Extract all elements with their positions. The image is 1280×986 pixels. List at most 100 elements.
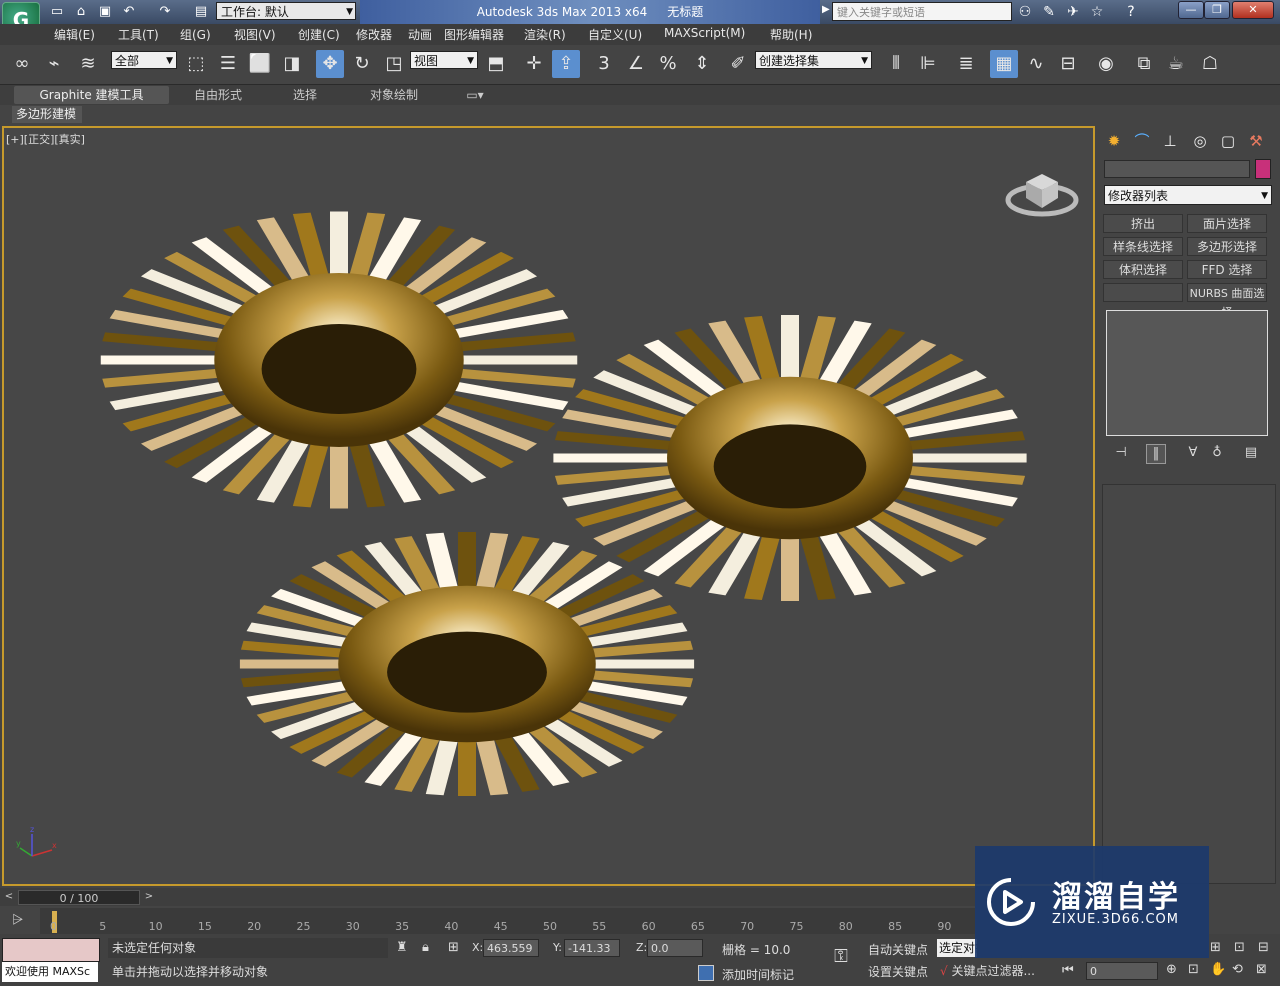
undo-icon[interactable]: ↶ xyxy=(120,3,138,20)
configure-modifier-sets-icon[interactable]: ▤ xyxy=(1242,444,1260,462)
search-expand-icon[interactable]: ▶ xyxy=(822,4,830,15)
align-icon[interactable]: ⊫ xyxy=(914,50,942,78)
pin-stack-icon[interactable]: ⊣ xyxy=(1112,444,1130,462)
poly-select-button[interactable]: 多边形选择 xyxy=(1187,237,1267,256)
modifier-stack[interactable] xyxy=(1106,310,1268,436)
render-setup-icon[interactable]: ⧉ xyxy=(1130,50,1158,78)
time-tag-icon[interactable] xyxy=(698,965,714,981)
perspective-viewport[interactable]: x y z xyxy=(2,126,1095,886)
zoom-all-icon[interactable]: ⊞ xyxy=(1210,940,1221,955)
key-filters-button[interactable]: √ 关键点过滤器... xyxy=(940,962,1035,979)
utilities-tab-icon[interactable]: ⚒ xyxy=(1244,130,1268,152)
ribbon-options-icon[interactable]: ▭▾ xyxy=(464,86,486,104)
ffd-select-button[interactable]: FFD 选择 xyxy=(1187,260,1267,279)
open-icon[interactable]: ⌂ xyxy=(72,3,90,20)
add-time-tag-button[interactable]: 添加时间标记 xyxy=(722,966,794,983)
modifier-list-dropdown[interactable]: 修改器列表 ▼ xyxy=(1104,185,1272,205)
empty-modifier-button[interactable] xyxy=(1103,283,1183,302)
patch-select-button[interactable]: 面片选择 xyxy=(1187,214,1267,233)
modify-tab-icon[interactable]: ⌒ xyxy=(1130,130,1154,152)
tab-object-paint[interactable]: 对象绘制 xyxy=(366,86,422,104)
menu-modifiers[interactable]: 修改器 xyxy=(356,26,392,43)
mirror-icon[interactable]: ⫴ xyxy=(882,50,910,78)
y-coordinate-field[interactable]: -141.33 xyxy=(564,939,620,957)
isolate-selection-icon[interactable]: ♜ xyxy=(396,940,408,955)
star-icon[interactable]: ☆ xyxy=(1088,3,1106,21)
window-crossing-icon[interactable]: ◨ xyxy=(278,50,306,78)
field-of-view-icon[interactable]: ⊡ xyxy=(1188,962,1199,977)
pan-view-icon[interactable]: ✋ xyxy=(1210,962,1226,977)
select-and-move-icon[interactable]: ✥ xyxy=(316,50,344,78)
select-and-rotate-icon[interactable]: ↻ xyxy=(348,50,376,78)
select-by-name-icon[interactable]: ☰ xyxy=(214,50,242,78)
tools-icon[interactable]: ✎ xyxy=(1040,3,1058,21)
object-name-field[interactable] xyxy=(1104,160,1250,178)
z-coordinate-field[interactable]: 0.0 xyxy=(647,939,703,957)
hierarchy-tab-icon[interactable]: ⊥ xyxy=(1158,130,1182,152)
rectangular-selection-icon[interactable]: ⬜ xyxy=(246,50,274,78)
key-selection-dropdown[interactable]: 选定对象 xyxy=(937,939,977,957)
maximize-button[interactable]: ❐ xyxy=(1204,1,1230,19)
snaps-toggle-icon[interactable]: 3 xyxy=(590,50,618,78)
set-key-icon[interactable]: ⚿ xyxy=(826,946,856,972)
extrude-button[interactable]: 挤出 xyxy=(1103,214,1183,233)
binoculars-icon[interactable]: ⚇ xyxy=(1016,3,1034,21)
render-production-icon[interactable]: ☖ xyxy=(1196,50,1224,78)
menu-views[interactable]: 视图(V) xyxy=(234,26,276,43)
unlink-icon[interactable]: ⌁ xyxy=(40,50,68,78)
graphite-toggle-icon[interactable]: ▦ xyxy=(990,50,1018,78)
vol-select-button[interactable]: 体积选择 xyxy=(1103,260,1183,279)
help-icon[interactable]: ? xyxy=(1122,3,1140,21)
menu-graph-editors[interactable]: 图形编辑器 xyxy=(444,26,504,43)
current-frame-field[interactable]: 0 xyxy=(1086,962,1158,980)
select-and-manipulate-icon[interactable]: ✛ xyxy=(520,50,548,78)
object-color-swatch[interactable] xyxy=(1255,159,1271,179)
zoom-extents-icon[interactable]: ⊕ xyxy=(1166,962,1177,977)
keyboard-shortcut-override-icon[interactable]: ⇪ xyxy=(552,50,580,78)
redo-icon[interactable]: ↷ xyxy=(156,3,174,20)
maximize-viewport-icon[interactable]: ⊠ xyxy=(1256,962,1267,977)
zoom-extents-all-icon[interactable]: ⊡ xyxy=(1234,940,1245,955)
layer-manager-icon[interactable]: ≣ xyxy=(952,50,980,78)
search-input[interactable]: 键入关键字或短语 xyxy=(832,2,1012,21)
tab-graphite-modeling[interactable]: Graphite 建模工具 xyxy=(14,86,169,104)
set-key-button[interactable]: 设置关键点 xyxy=(868,963,928,980)
go-to-start-icon[interactable]: ⏮ xyxy=(1062,963,1074,978)
selection-lock-icon[interactable]: 🔒︎ xyxy=(422,940,429,955)
new-icon[interactable]: ▭ xyxy=(48,3,66,20)
angle-snap-icon[interactable]: ∠ xyxy=(622,50,650,78)
menu-customize[interactable]: 自定义(U) xyxy=(588,26,642,43)
edit-named-selection-icon[interactable]: ✐ xyxy=(724,50,752,78)
workspace-dropdown[interactable]: 工作台: 默认 ▼ xyxy=(216,2,356,20)
next-frame-icon[interactable]: > xyxy=(142,889,156,905)
menu-create[interactable]: 创建(C) xyxy=(298,26,340,43)
x-coordinate-field[interactable]: 463.559 xyxy=(483,939,539,957)
maxscript-mini-listener[interactable]: 欢迎使用 MAXSc xyxy=(2,962,98,982)
selection-filter-dropdown[interactable]: 全部 ▼ xyxy=(111,51,177,69)
spline-select-button[interactable]: 样条线选择 xyxy=(1103,237,1183,256)
menu-help[interactable]: 帮助(H) xyxy=(770,26,812,43)
absolute-mode-icon[interactable]: ⊞ xyxy=(448,940,459,955)
select-object-icon[interactable]: ⬚ xyxy=(182,50,210,78)
nurbs-surface-select-button[interactable]: NURBS 曲面选择 xyxy=(1187,283,1267,319)
create-tab-icon[interactable]: ✹ xyxy=(1102,130,1126,152)
remove-modifier-icon[interactable]: ♁ xyxy=(1208,444,1226,462)
bind-space-warp-icon[interactable]: ≋ xyxy=(74,50,102,78)
display-tab-icon[interactable]: ▢ xyxy=(1216,130,1240,152)
schematic-view-icon[interactable]: ⊟ xyxy=(1054,50,1082,78)
close-button[interactable]: ✕ xyxy=(1232,1,1274,19)
menu-group[interactable]: 组(G) xyxy=(180,26,211,43)
time-slider[interactable]: 0 / 100 xyxy=(18,890,140,905)
orbit-icon[interactable]: ⟲ xyxy=(1232,962,1243,977)
menu-edit[interactable]: 编辑(E) xyxy=(54,26,95,43)
ribbon-panel-polygon-modeling[interactable]: 多边形建模 xyxy=(12,106,82,123)
maxscript-listener-mini[interactable] xyxy=(2,938,100,962)
zoom-region-icon[interactable]: ⊟ xyxy=(1258,940,1269,955)
select-and-scale-icon[interactable]: ◳ xyxy=(380,50,408,78)
spinner-snap-icon[interactable]: ⇕ xyxy=(688,50,716,78)
menu-rendering[interactable]: 渲染(R) xyxy=(524,26,566,43)
project-folder-icon[interactable]: ▤ xyxy=(192,3,210,20)
viewport-label-menu[interactable]: [+][正交][真实] xyxy=(6,131,85,147)
reference-coordinate-dropdown[interactable]: 视图 ▼ xyxy=(410,51,478,69)
menu-animation[interactable]: 动画 xyxy=(408,26,432,43)
